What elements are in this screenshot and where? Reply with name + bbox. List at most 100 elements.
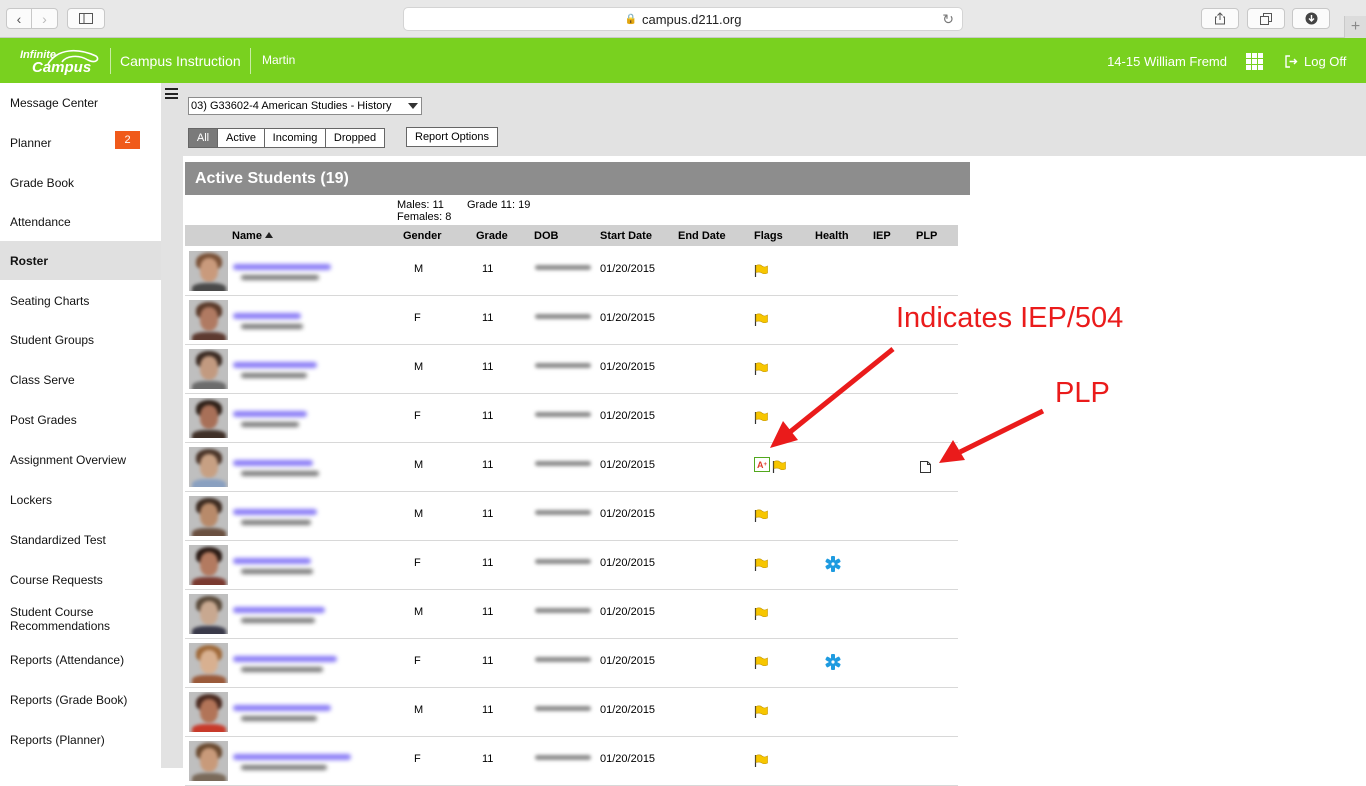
iep-504-icon[interactable]: A +: [754, 457, 770, 472]
student-photo[interactable]: [189, 251, 228, 291]
sidebar-item-grade-book[interactable]: Grade Book: [0, 163, 161, 202]
health-icon[interactable]: [824, 555, 842, 573]
table-row[interactable]: M 11 01/20/2015: [185, 590, 958, 639]
plp-document-icon[interactable]: [920, 461, 931, 473]
student-name-redacted[interactable]: [233, 705, 331, 711]
table-row[interactable]: F 11 01/20/2015: [185, 394, 958, 443]
table-row[interactable]: M 11 01/20/2015 A +: [185, 443, 958, 492]
downloads-button[interactable]: [1292, 8, 1330, 29]
sidebar-item-standardized-test[interactable]: Standardized Test: [0, 520, 161, 559]
table-row[interactable]: F 11 01/20/2015: [185, 639, 958, 688]
sidebar-item-reports-attendance[interactable]: Reports (Attendance): [0, 640, 161, 679]
reload-icon[interactable]: ↻: [942, 11, 954, 28]
student-photo[interactable]: [189, 643, 228, 683]
health-icon[interactable]: [824, 653, 842, 671]
col-grade-header[interactable]: Grade: [476, 230, 508, 242]
student-name-redacted[interactable]: [233, 509, 317, 515]
student-photo[interactable]: [189, 692, 228, 732]
flag-icon[interactable]: [754, 509, 768, 522]
col-gender-header[interactable]: Gender: [403, 230, 442, 242]
student-photo[interactable]: [189, 594, 228, 634]
roster-table-header: Name Gender Grade DOB Start Date End Dat…: [185, 225, 958, 246]
col-name-header[interactable]: Name: [232, 230, 273, 242]
forward-button[interactable]: ›: [32, 8, 58, 29]
col-dob-header[interactable]: DOB: [534, 230, 558, 242]
tabs-button[interactable]: [1247, 8, 1285, 29]
address-bar[interactable]: 🔒 campus.d211.org ↻: [403, 7, 963, 31]
student-name-redacted[interactable]: [233, 607, 325, 613]
filter-dropped-button[interactable]: Dropped: [325, 128, 385, 148]
sidebar-item-course-requests[interactable]: Course Requests: [0, 560, 161, 599]
table-row[interactable]: F 11 01/20/2015: [185, 296, 958, 345]
table-row[interactable]: F 11 01/20/2015: [185, 541, 958, 590]
flag-icon[interactable]: [754, 656, 768, 669]
sidebar-item-student-course-recommendations[interactable]: Student Course Recommendations: [0, 599, 130, 638]
infinite-campus-logo[interactable]: Infinite Campus: [18, 46, 102, 76]
student-photo[interactable]: [189, 398, 228, 438]
share-button[interactable]: [1201, 8, 1239, 29]
student-name-redacted[interactable]: [233, 411, 307, 417]
flag-icon[interactable]: [754, 313, 768, 326]
table-row[interactable]: M 11 01/20/2015: [185, 492, 958, 541]
sidebar-toggle-button[interactable]: [67, 8, 105, 29]
sidebar-item-label: Assignment Overview: [10, 452, 127, 467]
student-photo[interactable]: [189, 496, 228, 536]
student-photo[interactable]: [189, 300, 228, 340]
flag-icon[interactable]: [754, 558, 768, 571]
student-photo[interactable]: [189, 741, 228, 781]
table-row[interactable]: M 11 01/20/2015: [185, 688, 958, 737]
sidebar-item-student-groups[interactable]: Student Groups: [0, 320, 161, 359]
student-photo[interactable]: [189, 545, 228, 585]
flag-icon[interactable]: [754, 362, 768, 375]
app-header: Infinite Campus Campus Instruction Marti…: [0, 38, 1366, 83]
sidebar-item-assignment-overview[interactable]: Assignment Overview: [0, 440, 161, 479]
back-button[interactable]: ‹: [6, 8, 32, 29]
col-flags-header[interactable]: Flags: [754, 230, 783, 242]
sidebar-item-attendance[interactable]: Attendance: [0, 202, 161, 241]
student-name-redacted[interactable]: [233, 362, 317, 368]
student-name-redacted[interactable]: [233, 558, 311, 564]
course-select[interactable]: 03) G33602-4 American Studies - History: [188, 97, 422, 115]
flag-icon[interactable]: [754, 754, 768, 767]
flag-icon[interactable]: [754, 705, 768, 718]
app-grid-icon[interactable]: [1246, 53, 1263, 70]
app-title[interactable]: Campus Instruction: [120, 53, 241, 69]
teacher-name[interactable]: Martin: [262, 53, 295, 67]
table-row[interactable]: M 11 01/20/2015: [185, 345, 958, 394]
school-context[interactable]: 14-15 William Fremd: [1107, 54, 1227, 69]
col-end-date-header[interactable]: End Date: [678, 230, 726, 242]
sidebar-item-class-serve[interactable]: Class Serve: [0, 360, 161, 399]
sidebar-item-lockers[interactable]: Lockers: [0, 480, 161, 519]
student-name-redacted[interactable]: [233, 460, 313, 466]
report-options-button[interactable]: Report Options: [406, 127, 498, 147]
student-name-redacted[interactable]: [233, 656, 337, 662]
sidebar-nav: Message Center Planner Grade Book Attend…: [0, 83, 161, 768]
table-row[interactable]: M 11 01/20/2015: [185, 247, 958, 296]
sidebar-item-post-grades[interactable]: Post Grades: [0, 400, 161, 439]
filter-active-button[interactable]: Active: [217, 128, 265, 148]
col-iep-header[interactable]: IEP: [873, 230, 891, 242]
student-photo[interactable]: [189, 349, 228, 389]
sidebar-item-seating-charts[interactable]: Seating Charts: [0, 281, 161, 320]
sidebar-item-reports-grade-book[interactable]: Reports (Grade Book): [0, 680, 161, 719]
sidebar-item-roster[interactable]: Roster: [0, 241, 161, 280]
student-photo[interactable]: [189, 447, 228, 487]
menu-icon[interactable]: [165, 88, 178, 99]
student-name-redacted[interactable]: [233, 264, 331, 270]
sidebar-item-message-center[interactable]: Message Center: [0, 83, 161, 122]
student-name-redacted[interactable]: [233, 754, 351, 760]
flag-icon[interactable]: [754, 264, 768, 277]
sidebar-item-reports-planner[interactable]: Reports (Planner): [0, 720, 161, 759]
col-plp-header[interactable]: PLP: [916, 230, 937, 242]
flag-icon[interactable]: [754, 607, 768, 620]
student-name-redacted[interactable]: [233, 313, 301, 319]
new-tab-button[interactable]: +: [1344, 16, 1366, 38]
filter-all-button[interactable]: All: [188, 128, 218, 148]
filter-incoming-button[interactable]: Incoming: [264, 128, 326, 148]
table-row[interactable]: F 11 01/20/2015: [185, 737, 958, 786]
col-start-date-header[interactable]: Start Date: [600, 230, 652, 242]
flag-icon[interactable]: [754, 411, 768, 424]
flag-icon[interactable]: [772, 460, 786, 473]
col-health-header[interactable]: Health: [815, 230, 849, 242]
logoff-button[interactable]: Log Off: [1285, 54, 1346, 69]
